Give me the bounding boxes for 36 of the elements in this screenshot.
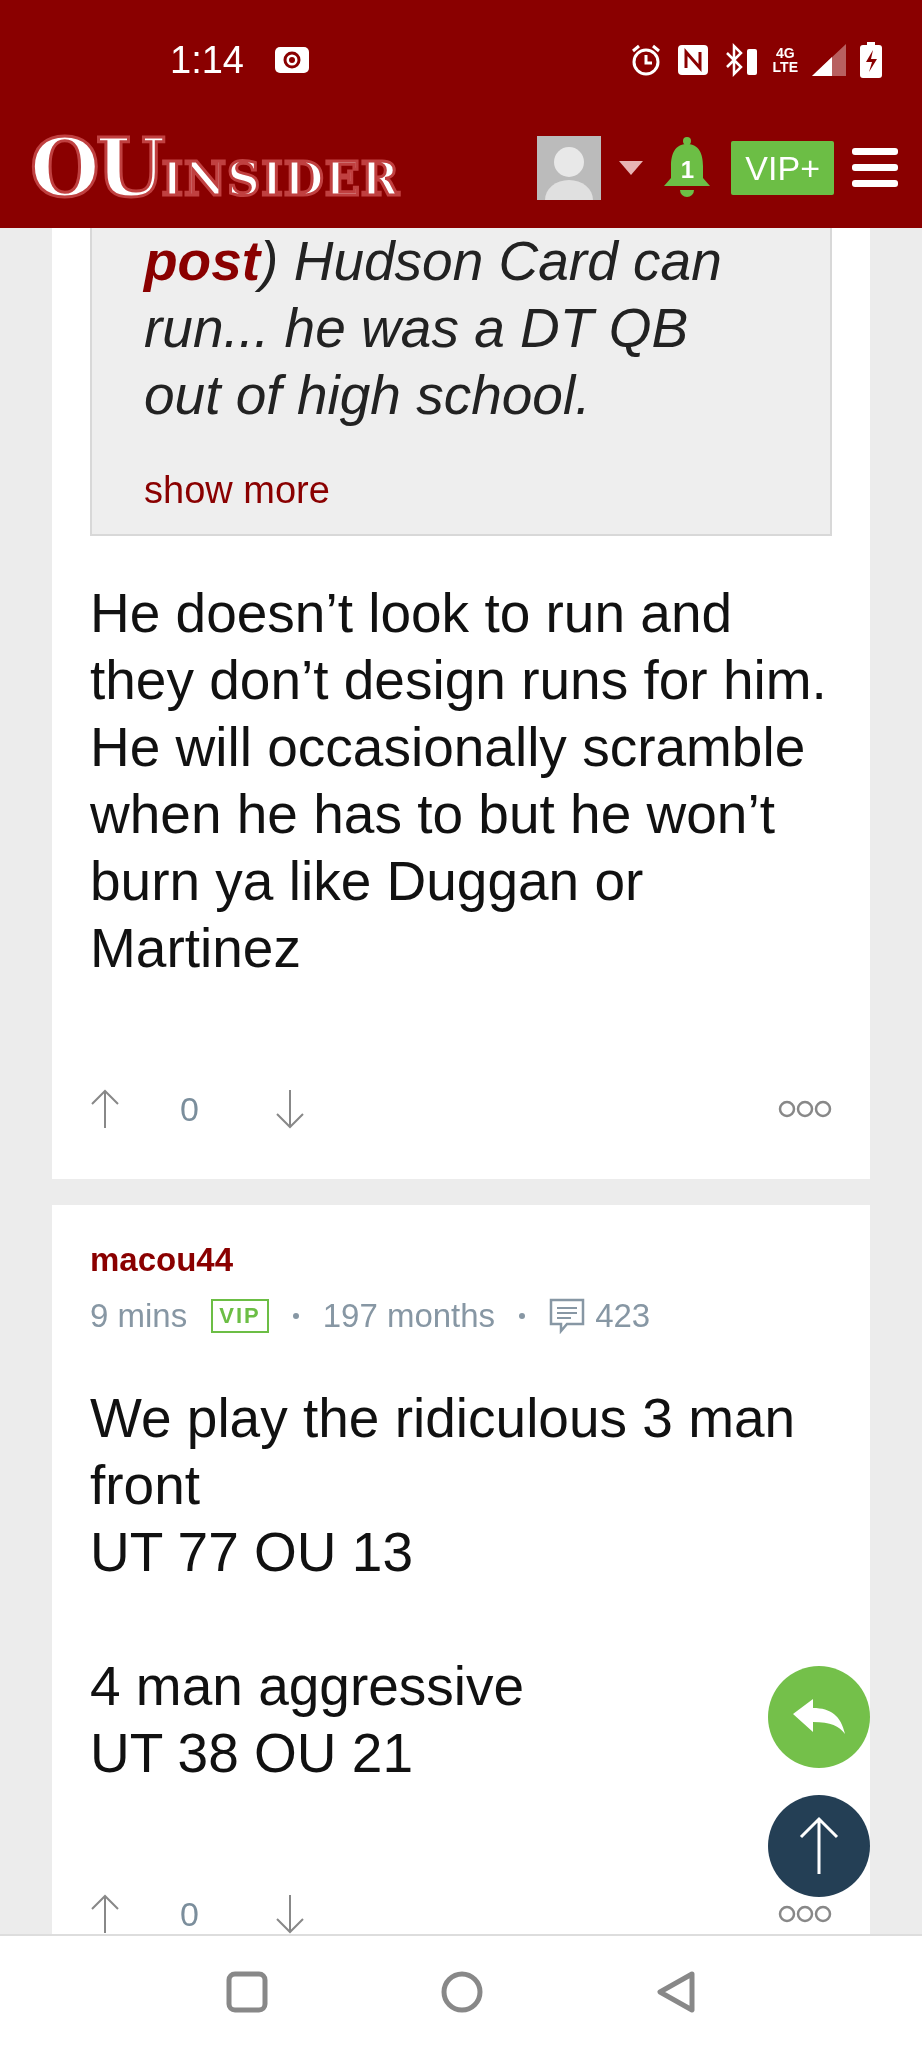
- arrow-up-icon: [799, 1816, 839, 1876]
- status-time: 1:14: [170, 38, 244, 82]
- screen-record-icon: [273, 46, 310, 74]
- reply-icon: [793, 1699, 845, 1735]
- downvote-icon[interactable]: [274, 1089, 305, 1129]
- member-tenure: 197 months: [322, 1297, 496, 1335]
- recents-icon[interactable]: [226, 1971, 269, 2013]
- notification-count: 1: [680, 156, 694, 184]
- downvote-icon[interactable]: [274, 1894, 305, 1934]
- more-options-icon[interactable]: [778, 1905, 832, 1923]
- menu-icon[interactable]: [852, 148, 898, 188]
- separator-dot: [292, 1313, 299, 1319]
- back-icon[interactable]: [655, 1970, 696, 2014]
- separator-dot: [519, 1313, 526, 1319]
- post-time: 9 mins: [90, 1297, 188, 1335]
- caret-icon[interactable]: [619, 161, 644, 175]
- nfc-icon: [676, 44, 709, 76]
- post-author[interactable]: macou44: [90, 1205, 832, 1279]
- post-count: 423: [595, 1297, 651, 1335]
- show-more-link[interactable]: show more: [144, 469, 330, 512]
- more-options-icon[interactable]: [778, 1100, 832, 1118]
- site-logo[interactable]: OUINSIDER: [30, 128, 400, 208]
- post-text: 4 man aggressive UT 38 OU 21: [90, 1654, 525, 1786]
- upvote-icon[interactable]: [90, 1089, 120, 1129]
- battery-icon: [860, 42, 882, 78]
- network-type: 4G LTE: [772, 46, 798, 74]
- post-text: We play the ridiculous 3 man front UT 77 OU 13: [90, 1386, 797, 1585]
- post-text: He doesn’t look to run and they don’t design runs for him. He will occasionally scramble when he has to but he won’t burn ya like Duggan or Martinez: [90, 581, 828, 981]
- vip-badge: VIP: [211, 1299, 269, 1333]
- upvote-icon[interactable]: [90, 1894, 120, 1934]
- signal-icon: [812, 44, 846, 76]
- vote-count: 0: [180, 1894, 199, 1934]
- quote-text: post) Hudson Card can run... he was a DT QB out of high school.: [144, 229, 723, 428]
- comment-icon: [549, 1298, 586, 1334]
- home-icon[interactable]: [441, 1971, 483, 2013]
- vote-count: 0: [180, 1089, 199, 1129]
